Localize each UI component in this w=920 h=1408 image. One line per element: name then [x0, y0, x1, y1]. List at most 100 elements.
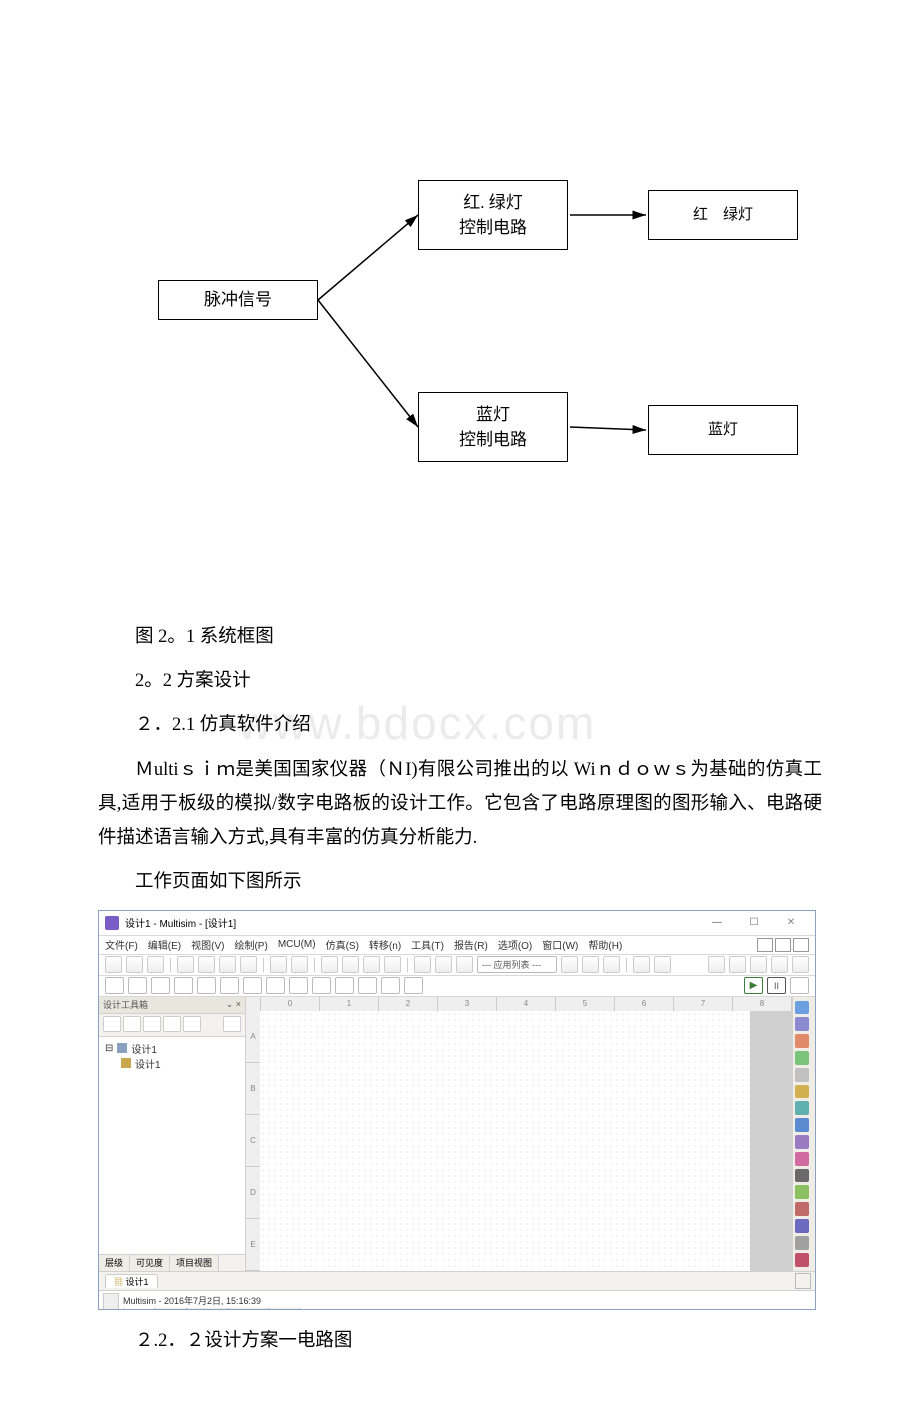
toolbar-right-5-icon[interactable]	[792, 956, 809, 973]
comp-cmos-icon[interactable]	[243, 977, 262, 994]
schematic-canvas[interactable]: 0 1 2 3 4 5 6 7 8 A B C D	[246, 997, 792, 1271]
tree-child-node[interactable]: 设计1	[121, 1056, 239, 1071]
footer-tab-simulation[interactable]: 仿真	[269, 1308, 301, 1310]
instrument-funcgen-icon[interactable]	[795, 1017, 809, 1031]
comp-rf-icon[interactable]	[381, 977, 400, 994]
toolbar-redo-icon[interactable]	[291, 956, 308, 973]
toolbar-misc3-icon[interactable]	[603, 956, 620, 973]
spreadsheet-toggle-icon[interactable]	[103, 1293, 119, 1310]
instrument-netanalyzer-icon[interactable]	[795, 1219, 809, 1233]
instrument-oscilloscope-icon[interactable]	[795, 1051, 809, 1065]
toolbar-print-icon[interactable]	[177, 956, 194, 973]
menu-mcu[interactable]: MCU(M)	[278, 939, 316, 950]
window-close-button[interactable]: ✕	[773, 914, 809, 932]
toolbar-open-icon[interactable]	[126, 956, 143, 973]
window-maximize-button[interactable]: ☐	[736, 914, 772, 932]
footer-tab-copper[interactable]: 铜膜区	[228, 1308, 269, 1310]
menu-reports[interactable]: 报告(R)	[454, 937, 488, 952]
comp-source-icon[interactable]	[105, 977, 124, 994]
leftpanel-tool2-icon[interactable]	[123, 1016, 141, 1032]
toolbar-misc4-icon[interactable]	[633, 956, 650, 973]
instrument-specanalyzer-icon[interactable]	[795, 1202, 809, 1216]
instrument-distanalyzer-icon[interactable]	[795, 1185, 809, 1199]
menu-edit[interactable]: 编辑(E)	[148, 937, 181, 952]
instrument-labview-icon[interactable]	[795, 1253, 809, 1267]
menu-bar[interactable]: 文件(F) 编辑(E) 视图(V) 绘制(P) MCU(M) 仿真(S) 转移(…	[99, 936, 815, 955]
instrument-4ch-scope-icon[interactable]	[795, 1068, 809, 1082]
comp-power-icon[interactable]	[335, 977, 354, 994]
leftpanel-tool5-icon[interactable]	[183, 1016, 201, 1032]
footer-tab-results[interactable]: 结果	[123, 1308, 155, 1310]
menu-file[interactable]: 文件(F)	[105, 937, 138, 952]
instrument-logicconv-icon[interactable]	[795, 1152, 809, 1166]
toolbar-paste-icon[interactable]	[240, 956, 257, 973]
toolbar-component-icon[interactable]	[414, 956, 431, 973]
mdi-minimize-icon[interactable]	[757, 938, 773, 952]
instrument-bodeplotter-icon[interactable]	[795, 1085, 809, 1099]
pause-button[interactable]: II	[767, 977, 786, 994]
design-tree[interactable]: ⊟ 设计1 设计1	[99, 1037, 245, 1254]
mdi-close-icon[interactable]	[793, 938, 809, 952]
comp-basic-icon[interactable]	[128, 977, 147, 994]
comp-diode-icon[interactable]	[151, 977, 170, 994]
stop-button-icon[interactable]	[790, 977, 809, 994]
comp-electromech-icon[interactable]	[404, 977, 423, 994]
toolbar-component3-icon[interactable]	[456, 956, 473, 973]
document-tab-design1[interactable]: ▦ 设计1	[105, 1274, 158, 1288]
instrument-wordgen-icon[interactable]	[795, 1118, 809, 1132]
left-tab-visibility[interactable]: 可见度	[130, 1255, 170, 1271]
leftpanel-tool4-icon[interactable]	[163, 1016, 181, 1032]
toolbar-fullscreen-icon[interactable]	[384, 956, 401, 973]
left-tab-project[interactable]: 项目视图	[170, 1255, 219, 1271]
menu-transfer[interactable]: 转移(n)	[369, 937, 401, 952]
toolbar-right-zoomarea-icon[interactable]	[750, 956, 767, 973]
menu-window[interactable]: 窗口(W)	[542, 937, 578, 952]
menu-help[interactable]: 帮助(H)	[588, 937, 622, 952]
toolbar-copy-icon[interactable]	[219, 956, 236, 973]
comp-indicator-icon[interactable]	[312, 977, 331, 994]
toolbar-misc1-icon[interactable]	[561, 956, 578, 973]
toolbar-zoomin-icon[interactable]	[321, 956, 338, 973]
leftpanel-tool3-icon[interactable]	[143, 1016, 161, 1032]
footer-tab-nets[interactable]: 网络	[155, 1308, 187, 1310]
mdi-restore-icon[interactable]	[775, 938, 791, 952]
run-button[interactable]: ▶	[744, 977, 763, 994]
instrument-freqcounter-icon[interactable]	[795, 1101, 809, 1115]
toolbar-right-zoomout-icon[interactable]	[729, 956, 746, 973]
schematic-grid[interactable]	[260, 1011, 792, 1271]
tab-scroll-icon[interactable]	[795, 1273, 811, 1289]
toolbar-component2-icon[interactable]	[435, 956, 452, 973]
instrument-agilent-icon[interactable]	[795, 1236, 809, 1250]
leftpanel-tool6-icon[interactable]	[223, 1016, 241, 1032]
left-panel-collapse-icon[interactable]: ⌄ ×	[226, 999, 241, 1010]
menu-place[interactable]: 绘制(P)	[234, 937, 267, 952]
instrument-ivanalyzer-icon[interactable]	[795, 1169, 809, 1183]
comp-transistor-icon[interactable]	[174, 977, 193, 994]
toolbar-misc2-icon[interactable]	[582, 956, 599, 973]
instrument-multimeter-icon[interactable]	[795, 1001, 809, 1015]
menu-tools[interactable]: 工具(T)	[411, 937, 444, 952]
tree-root-node[interactable]: ⊟ 设计1	[105, 1041, 239, 1056]
comp-misc2-icon[interactable]	[358, 977, 377, 994]
toolbar-zoomfit-icon[interactable]	[363, 956, 380, 973]
toolbar-undo-icon[interactable]	[270, 956, 287, 973]
comp-mixed-icon[interactable]	[289, 977, 308, 994]
comp-misc-icon[interactable]	[266, 977, 285, 994]
footer-tab-components[interactable]: 元器件	[187, 1308, 228, 1310]
toolbar-use-list-dropdown[interactable]: --- 应用列表 ---	[477, 956, 557, 973]
instrument-wattmeter-icon[interactable]	[795, 1034, 809, 1048]
comp-ttl-icon[interactable]	[220, 977, 239, 994]
comp-analog-icon[interactable]	[197, 977, 216, 994]
menu-simulate[interactable]: 仿真(S)	[326, 937, 359, 952]
toolbar-right-zoomfit-icon[interactable]	[771, 956, 788, 973]
left-tab-hierarchy[interactable]: 层级	[99, 1255, 130, 1271]
leftpanel-tool1-icon[interactable]	[103, 1016, 121, 1032]
toolbar-help-icon[interactable]	[654, 956, 671, 973]
toolbar-zoomout-icon[interactable]	[342, 956, 359, 973]
window-minimize-button[interactable]: —	[699, 914, 735, 932]
menu-view[interactable]: 视图(V)	[191, 937, 224, 952]
toolbar-right-zoomin-icon[interactable]	[708, 956, 725, 973]
toolbar-new-icon[interactable]	[105, 956, 122, 973]
menu-options[interactable]: 选项(O)	[498, 937, 532, 952]
instrument-logicanalyzer-icon[interactable]	[795, 1135, 809, 1149]
